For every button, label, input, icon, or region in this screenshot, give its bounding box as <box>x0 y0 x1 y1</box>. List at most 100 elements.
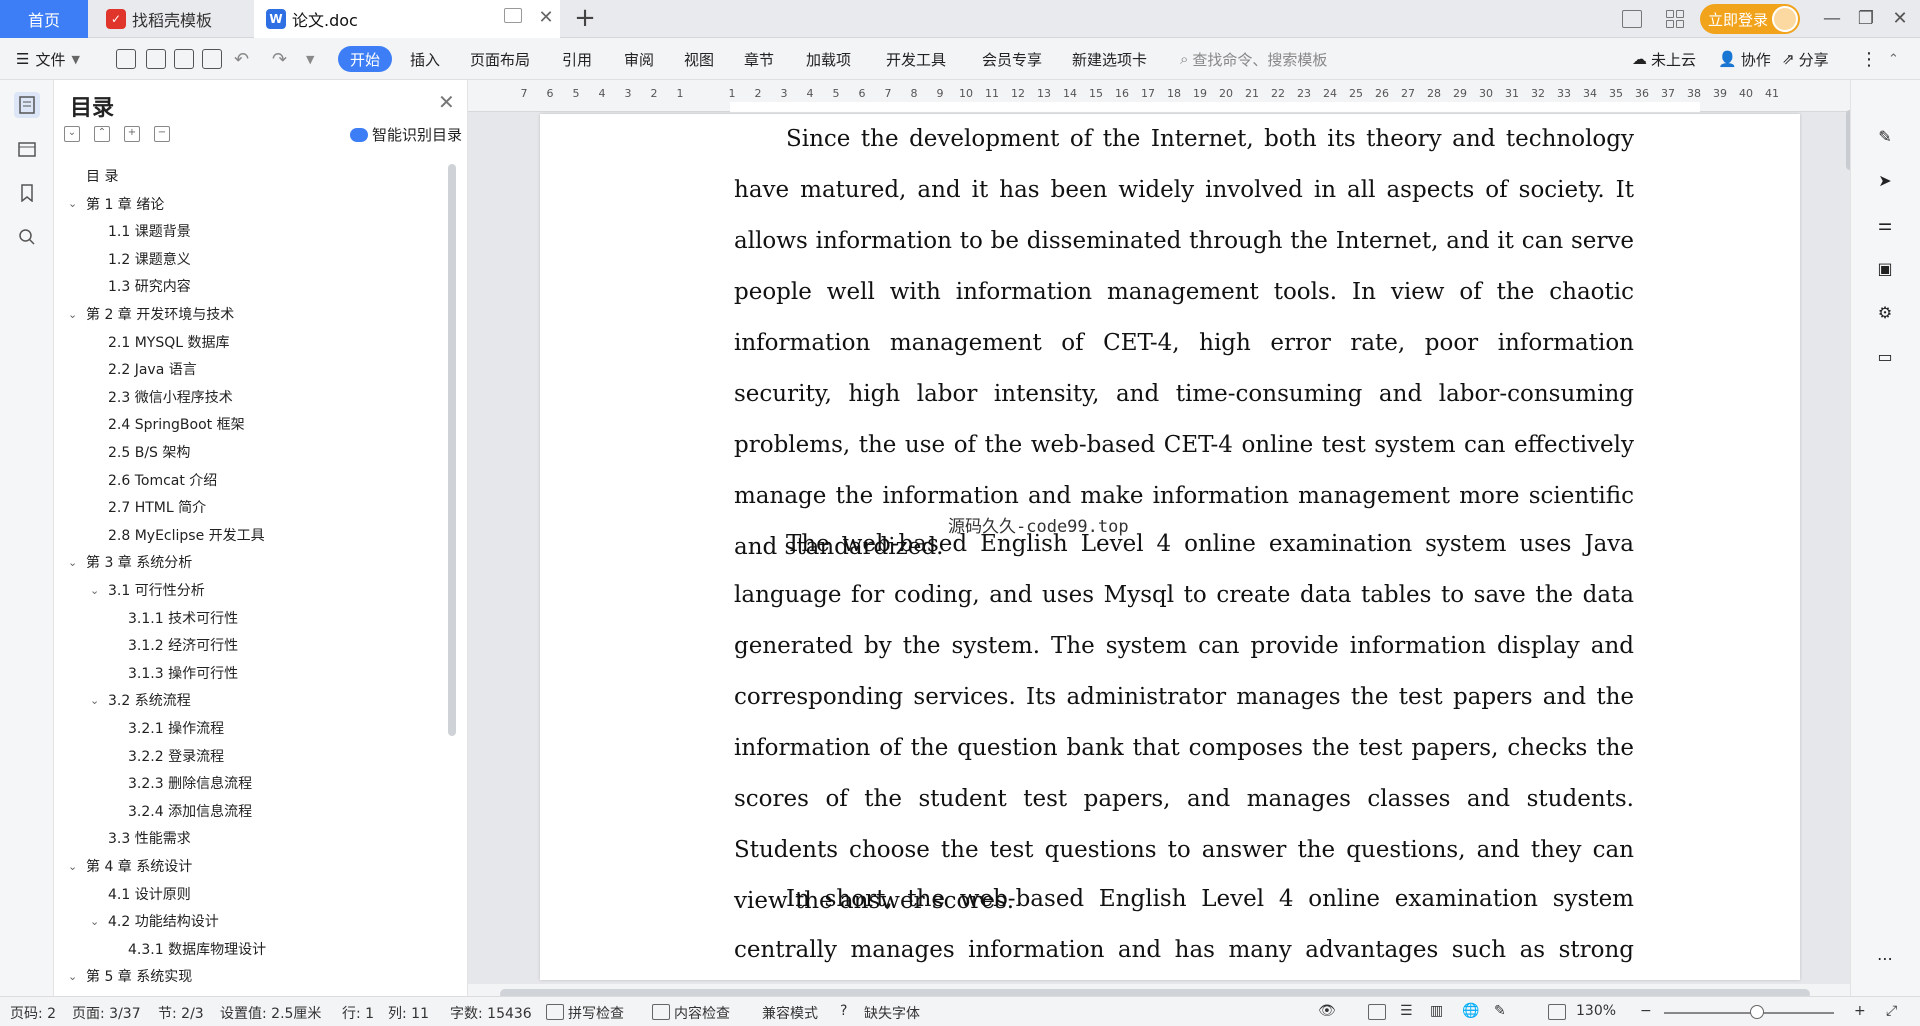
toc-item[interactable]: 3.2.3 删除信息流程 <box>128 771 252 795</box>
apps-grid-icon[interactable] <box>1666 0 1684 38</box>
login-button[interactable]: 立即登录 <box>1700 4 1800 34</box>
add-heading-icon[interactable]: + <box>124 126 140 142</box>
pen-mode-icon[interactable]: ✎ <box>1494 1003 1506 1019</box>
toc-item[interactable]: ⌄ 3.2 系统流程 <box>90 688 191 712</box>
tab-addons[interactable]: 加载项 <box>806 46 851 72</box>
navigation-pane-icon[interactable] <box>14 136 40 162</box>
layout-switch-icon[interactable] <box>1622 0 1642 38</box>
command-search[interactable]: ⌕ 查找命令、搜索模板 <box>1180 46 1327 72</box>
toc-item[interactable]: ⌄ 第 2 章 开发环境与技术 <box>68 302 234 326</box>
help-icon[interactable]: ? <box>840 1003 847 1019</box>
search-icon[interactable] <box>14 224 40 250</box>
cloud-status[interactable]: ☁ 未上云 <box>1632 46 1696 72</box>
toc-item[interactable]: ⌄ 第 5 章 系统实现 <box>68 964 192 988</box>
toc-item[interactable]: 2.5 B/S 架构 <box>108 440 190 464</box>
tab-member[interactable]: 会员专享 <box>982 46 1042 72</box>
web-view-icon[interactable]: 🌐 <box>1462 1003 1479 1019</box>
toc-item[interactable]: 2.8 MyEclipse 开发工具 <box>108 523 265 547</box>
toc-scrollbar[interactable] <box>448 164 456 736</box>
new-tab-button[interactable]: + <box>572 3 598 33</box>
toc-item[interactable]: 4.3.1 数据库物理设计 <box>128 937 266 961</box>
eye-icon[interactable]: 👁 <box>1318 1003 1336 1019</box>
tab-devtools[interactable]: 开发工具 <box>886 46 946 72</box>
status-wordcount[interactable]: 字数: 15436 <box>450 1003 532 1023</box>
undo-icon[interactable]: ↶ <box>234 46 249 72</box>
tab-new[interactable]: 新建选项卡 <box>1072 46 1147 72</box>
close-tab-icon[interactable]: ✕ <box>534 7 558 28</box>
chevron-down-icon[interactable]: ⌄ <box>68 556 82 569</box>
pen-icon[interactable]: ✎ <box>1873 124 1897 148</box>
status-missingfont[interactable]: 缺失字体 <box>864 1003 920 1023</box>
toc-item[interactable]: 3.1.2 经济可行性 <box>128 633 238 657</box>
content-check-icon[interactable] <box>652 1004 670 1020</box>
remove-heading-icon[interactable]: − <box>154 126 170 142</box>
file-menu[interactable]: ☰ 文件 ▼ <box>16 46 80 72</box>
toc-item[interactable]: 3.1.3 操作可行性 <box>128 661 238 685</box>
toc-item[interactable]: 3.1.1 技术可行性 <box>128 606 238 630</box>
restore-icon[interactable]: ❐ <box>1852 4 1880 32</box>
monitor-icon[interactable] <box>504 8 522 23</box>
zoom-slider[interactable] <box>1664 1012 1834 1014</box>
print-icon[interactable] <box>174 49 194 69</box>
chevron-down-icon[interactable]: ⌄ <box>68 860 82 873</box>
toc-item[interactable]: 2.2 Java 语言 <box>108 357 197 381</box>
expand-all-icon[interactable]: ⌃ <box>94 126 110 142</box>
save-icon[interactable] <box>116 49 136 69</box>
document-page[interactable]: Since the development of the Internet, b… <box>540 114 1800 1014</box>
tab-review[interactable]: 审阅 <box>624 46 654 72</box>
collapse-ribbon-icon[interactable]: ⌃ <box>1888 46 1899 72</box>
close-icon[interactable]: ✕ <box>438 90 455 114</box>
tab-home[interactable]: 首页 <box>0 0 88 38</box>
toc-item[interactable]: ⌄ 第 3 章 系统分析 <box>68 550 192 574</box>
toc-item[interactable]: 3.2.2 登录流程 <box>128 744 224 768</box>
paragraph-1[interactable]: Since the development of the Internet, b… <box>734 114 1634 573</box>
tab-layout[interactable]: 页面布局 <box>470 46 530 72</box>
tab-start[interactable]: 开始 <box>338 46 393 72</box>
chevron-down-icon[interactable]: ⌄ <box>68 308 82 321</box>
collapse-all-icon[interactable]: ⌄ <box>64 126 80 142</box>
plugin-icon[interactable]: ⚙ <box>1873 300 1897 324</box>
tab-view[interactable]: 视图 <box>684 46 714 72</box>
toc-item[interactable]: 1.1 课题背景 <box>108 219 191 243</box>
page-view-icon[interactable] <box>1368 1004 1386 1020</box>
status-spellcheck[interactable]: 拼写检查 <box>568 1003 624 1023</box>
toc-item[interactable]: 4.1 设计原则 <box>108 882 191 906</box>
image-tools-icon[interactable]: ▣ <box>1873 256 1897 280</box>
tab-references[interactable]: 引用 <box>562 46 592 72</box>
print-preview-icon[interactable] <box>202 49 222 69</box>
redo-icon[interactable]: ↷ <box>272 46 287 72</box>
zoom-out-icon[interactable]: − <box>1640 1003 1652 1019</box>
outline-view-icon[interactable]: ☰ <box>1400 1003 1413 1019</box>
collab-button[interactable]: 👤 协作 <box>1718 46 1771 72</box>
toc-item[interactable]: ⌄ 3.1 可行性分析 <box>90 578 205 602</box>
fit-page-icon[interactable] <box>1548 1004 1566 1020</box>
minimize-icon[interactable]: — <box>1818 4 1846 32</box>
toc-item[interactable]: 3.2.1 操作流程 <box>128 716 224 740</box>
toc-item[interactable]: ⌄ 第 1 章 绪论 <box>68 192 164 216</box>
toc-item[interactable]: 目 录 <box>86 164 118 188</box>
toc-item[interactable]: ⌄ 第 4 章 系统设计 <box>68 854 192 878</box>
bookmark-icon[interactable] <box>14 180 40 206</box>
toc-panel-icon[interactable] <box>14 92 40 118</box>
zoom-level[interactable]: 130% <box>1576 1003 1616 1019</box>
more-icon[interactable]: ⋯ <box>1873 946 1897 970</box>
toc-item[interactable]: 2.6 Tomcat 介绍 <box>108 468 217 492</box>
tab-insert[interactable]: 插入 <box>410 46 440 72</box>
chevron-down-icon[interactable]: ⌄ <box>90 694 104 707</box>
sliders-icon[interactable]: ⚌ <box>1873 212 1897 236</box>
toc-item[interactable]: 2.4 SpringBoot 框架 <box>108 412 245 436</box>
close-window-icon[interactable]: ✕ <box>1886 4 1914 32</box>
toc-item[interactable]: 2.1 MYSQL 数据库 <box>108 330 230 354</box>
zoom-slider-thumb[interactable] <box>1750 1005 1764 1019</box>
toc-item[interactable]: 3.3 性能需求 <box>108 826 191 850</box>
smart-toc-button[interactable]: 智能识别目录 <box>350 124 462 145</box>
chevron-down-icon[interactable]: ⌄ <box>90 584 104 597</box>
export-pdf-icon[interactable] <box>146 49 166 69</box>
toc-item[interactable]: 2.7 HTML 简介 <box>108 495 206 519</box>
chevron-down-icon[interactable]: ⌄ <box>68 197 82 210</box>
toc-item[interactable]: ⌄ 4.2 功能结构设计 <box>90 909 219 933</box>
reading-view-icon[interactable]: ▥ <box>1430 1003 1443 1019</box>
toc-item[interactable]: 1.2 课题意义 <box>108 247 191 271</box>
status-contentcheck[interactable]: 内容检查 <box>674 1003 730 1023</box>
paragraph-2[interactable]: The web-based English Level 4 online exa… <box>734 519 1634 927</box>
